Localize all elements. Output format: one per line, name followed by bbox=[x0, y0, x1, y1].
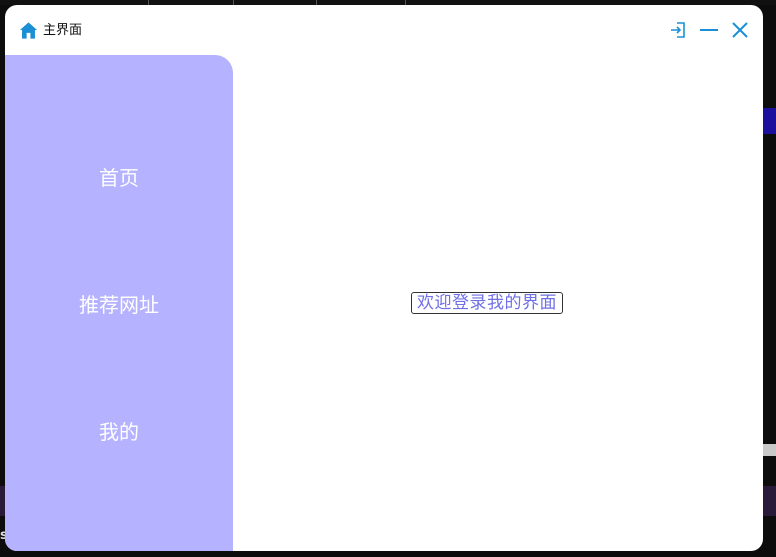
minimize-icon[interactable] bbox=[698, 19, 720, 41]
desktop-scrollbar-fragment bbox=[762, 444, 776, 456]
main-window: 主界面 首页 推荐网址 我的 欢迎登录我的界面 bbox=[5, 5, 763, 551]
sidebar: 首页 推荐网址 我的 bbox=[5, 55, 233, 551]
title-bar[interactable]: 主界面 bbox=[5, 5, 763, 53]
sidebar-item-home[interactable]: 首页 bbox=[5, 146, 233, 206]
home-icon bbox=[19, 22, 38, 39]
sidebar-item-mine[interactable]: 我的 bbox=[5, 400, 233, 460]
exit-icon[interactable] bbox=[667, 19, 689, 41]
window-title: 主界面 bbox=[43, 23, 83, 38]
welcome-label: 欢迎登录我的界面 bbox=[411, 292, 563, 314]
sidebar-item-recommended-sites[interactable]: 推荐网址 bbox=[5, 273, 233, 333]
close-icon[interactable] bbox=[729, 19, 751, 41]
